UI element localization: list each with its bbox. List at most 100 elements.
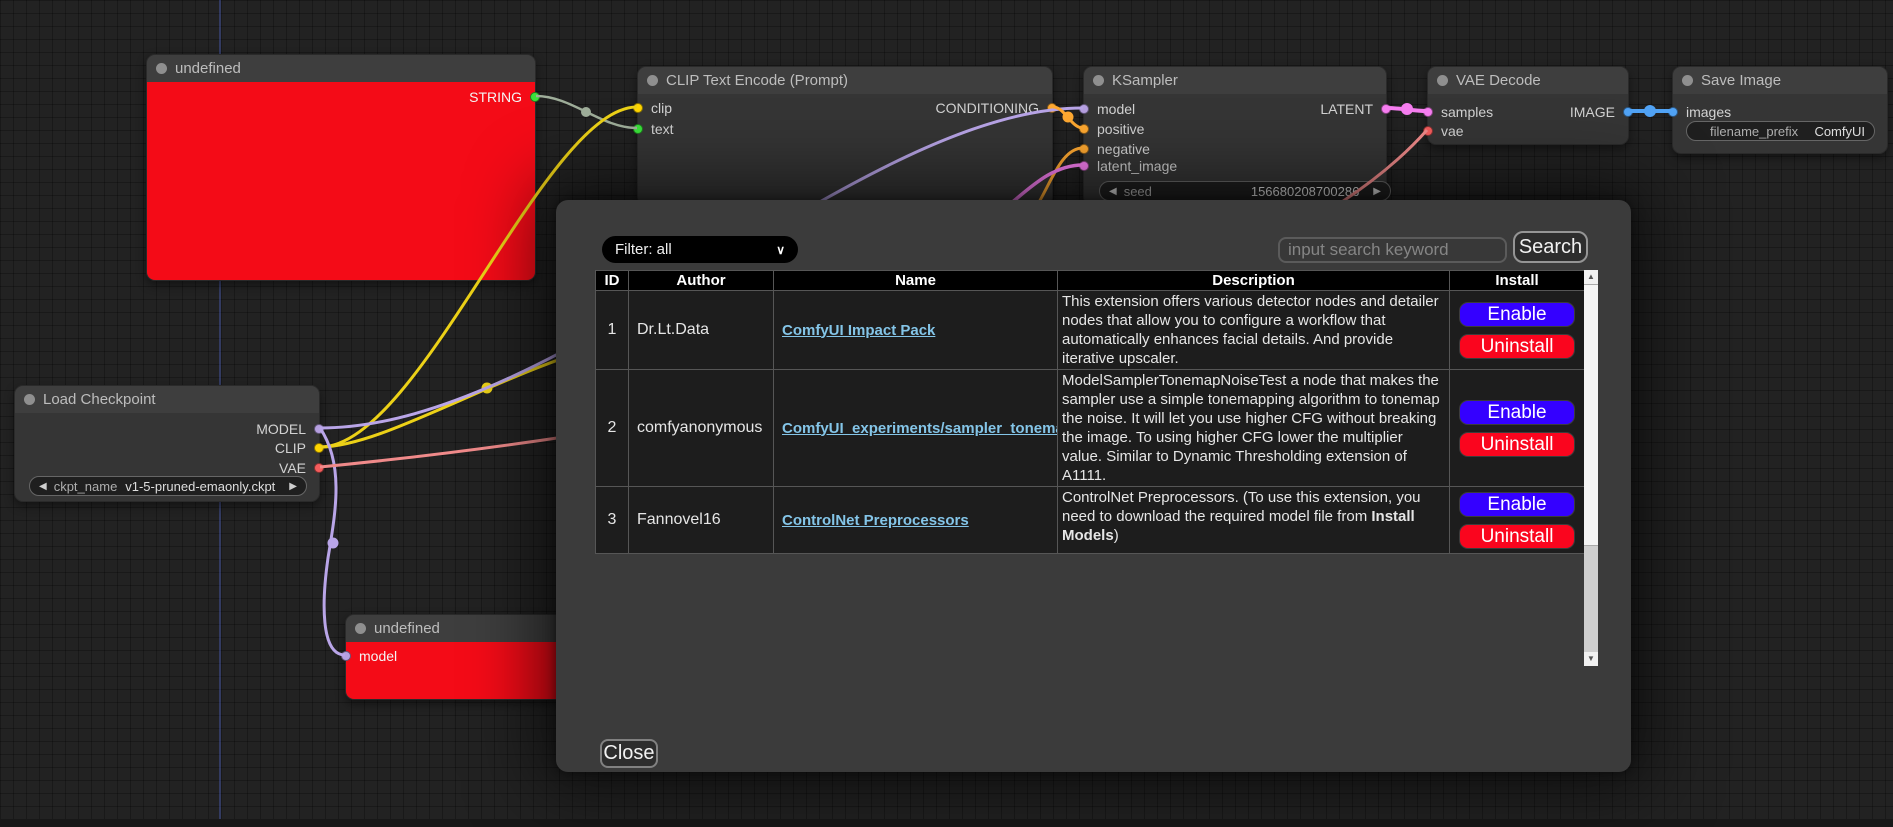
input-model[interactable]: model [1084,101,1135,117]
filter-select[interactable]: Filter: all ∨ [602,236,798,263]
node-vae-decode[interactable]: VAE Decode samples vae IMAGE [1427,66,1629,145]
output-vae[interactable]: VAE [279,460,319,476]
collapse-dot-icon[interactable] [647,75,658,86]
extension-link[interactable]: ControlNet Preprocessors [782,512,969,529]
node-title: Load Checkpoint [43,391,156,408]
search-input[interactable] [1278,237,1507,263]
widget-label: ckpt_name [54,479,118,494]
node-title-bar[interactable]: VAE Decode [1428,67,1628,94]
port-dot-images[interactable] [1668,107,1678,117]
node-clip-text-encode[interactable]: CLIP Text Encode (Prompt) clip text COND… [637,66,1053,206]
input-clip[interactable]: clip [638,100,672,116]
node-save-image[interactable]: Save Image images filename_prefix ComfyU… [1672,66,1888,154]
close-button[interactable]: Close [600,739,658,768]
node-load-checkpoint[interactable]: Load Checkpoint MODEL CLIP VAE ◀ ckpt_na… [14,385,320,502]
scrollbar-thumb[interactable] [1584,284,1598,546]
port-dot-negative[interactable] [1079,144,1089,154]
enable-button[interactable]: Enable [1459,400,1575,425]
scrollbar-up-icon[interactable]: ▲ [1584,270,1598,284]
extension-table-body: 1Dr.Lt.DataComfyUI Impact PackThis exten… [596,291,1585,554]
node-title-bar[interactable]: CLIP Text Encode (Prompt) [638,67,1052,94]
input-latent-image[interactable]: latent_image [1084,158,1177,174]
enable-button[interactable]: Enable [1459,492,1575,517]
widget-value: v1-5-pruned-emaonly.ckpt [125,479,275,494]
port-dot-clip[interactable] [633,103,643,113]
output-image[interactable]: IMAGE [1570,104,1628,120]
table-scrollbar[interactable]: ▲ ▼ [1584,270,1598,666]
port-label: positive [1097,121,1144,137]
uninstall-button[interactable]: Uninstall [1459,524,1575,549]
port-dot-model-out[interactable] [314,424,324,434]
output-clip[interactable]: CLIP [275,440,319,456]
cell-name: ComfyUI_experiments/sampler_tonemap [774,370,1058,487]
port-dot-latent-image[interactable] [1079,161,1089,171]
node-ksampler[interactable]: KSampler model positive negative latent_… [1083,66,1387,206]
input-positive[interactable]: positive [1084,121,1144,137]
collapse-dot-icon[interactable] [1093,75,1104,86]
port-dot-positive[interactable] [1079,124,1089,134]
port-label: LATENT [1320,101,1373,117]
widget-increment-icon[interactable]: ▶ [1373,186,1381,197]
cell-install: Enable Uninstall [1450,370,1585,487]
port-dot-vae-out[interactable] [314,463,324,473]
collapse-dot-icon[interactable] [1437,75,1448,86]
output-latent[interactable]: LATENT [1320,101,1386,117]
search-button[interactable]: Search [1513,231,1588,263]
output-string[interactable]: STRING [469,89,535,105]
input-text[interactable]: text [638,121,674,137]
port-dot-conditioning[interactable] [1047,103,1057,113]
column-header-id: ID [596,271,629,291]
port-label: clip [651,100,672,116]
output-model[interactable]: MODEL [256,421,319,437]
widget-decrement-icon[interactable]: ◀ [39,481,47,492]
uninstall-button[interactable]: Uninstall [1459,432,1575,457]
port-dot-clip-out[interactable] [314,443,324,453]
node-title-bar[interactable]: Save Image [1673,67,1887,94]
input-negative[interactable]: negative [1084,141,1150,157]
node-title: undefined [374,620,440,637]
port-dot-vae[interactable] [1423,126,1433,136]
column-header-install: Install [1450,271,1585,291]
enable-button[interactable]: Enable [1459,302,1575,327]
uninstall-button[interactable]: Uninstall [1459,334,1575,359]
extension-link[interactable]: ComfyUI_experiments/sampler_tonemap [782,420,1058,437]
cell-id: 1 [596,291,629,370]
widget-decrement-icon[interactable]: ◀ [1109,186,1117,197]
input-vae[interactable]: vae [1428,123,1464,139]
input-images[interactable]: images [1673,104,1731,120]
port-dot-samples[interactable] [1423,107,1433,117]
widget-increment-icon[interactable]: ▶ [289,481,297,492]
collapse-dot-icon[interactable] [1682,75,1693,86]
port-dot-model[interactable] [1079,104,1089,114]
table-header-row: IDAuthorNameDescriptionInstall [596,271,1585,291]
port-dot-text[interactable] [633,124,643,134]
extension-link[interactable]: ComfyUI Impact Pack [782,322,935,339]
scrollbar-down-icon[interactable]: ▼ [1584,652,1598,666]
cell-author: comfyanonymous [629,370,774,487]
widget-label: seed [1124,184,1152,199]
table-row: 1Dr.Lt.DataComfyUI Impact PackThis exten… [596,291,1585,370]
input-model[interactable]: model [346,648,397,664]
cell-author: Dr.Lt.Data [629,291,774,370]
port-label: CONDITIONING [936,100,1039,116]
input-samples[interactable]: samples [1428,104,1493,120]
collapse-dot-icon[interactable] [24,394,35,405]
output-conditioning[interactable]: CONDITIONING [936,100,1052,116]
collapse-dot-icon[interactable] [156,63,167,74]
node-title-bar[interactable]: Load Checkpoint [15,386,319,413]
node-undefined-top[interactable]: undefined STRING [146,54,536,281]
seed-widget[interactable]: ◀ seed 156680208700286 ▶ [1099,181,1391,201]
port-label: samples [1441,104,1493,120]
ckpt-name-widget[interactable]: ◀ ckpt_name v1-5-pruned-emaonly.ckpt ▶ [29,476,307,496]
port-dot-string[interactable] [530,92,540,102]
port-dot-model[interactable] [341,651,351,661]
port-label: MODEL [256,421,306,437]
port-dot-latent[interactable] [1381,104,1391,114]
port-dot-image[interactable] [1623,107,1633,117]
node-title-bar[interactable]: KSampler [1084,67,1386,94]
node-body-missing [147,82,535,280]
extension-table-wrap: IDAuthorNameDescriptionInstall 1Dr.Lt.Da… [595,270,1584,554]
filename-prefix-widget[interactable]: filename_prefix ComfyUI [1686,121,1875,141]
collapse-dot-icon[interactable] [355,623,366,634]
node-title-bar[interactable]: undefined [147,55,535,82]
